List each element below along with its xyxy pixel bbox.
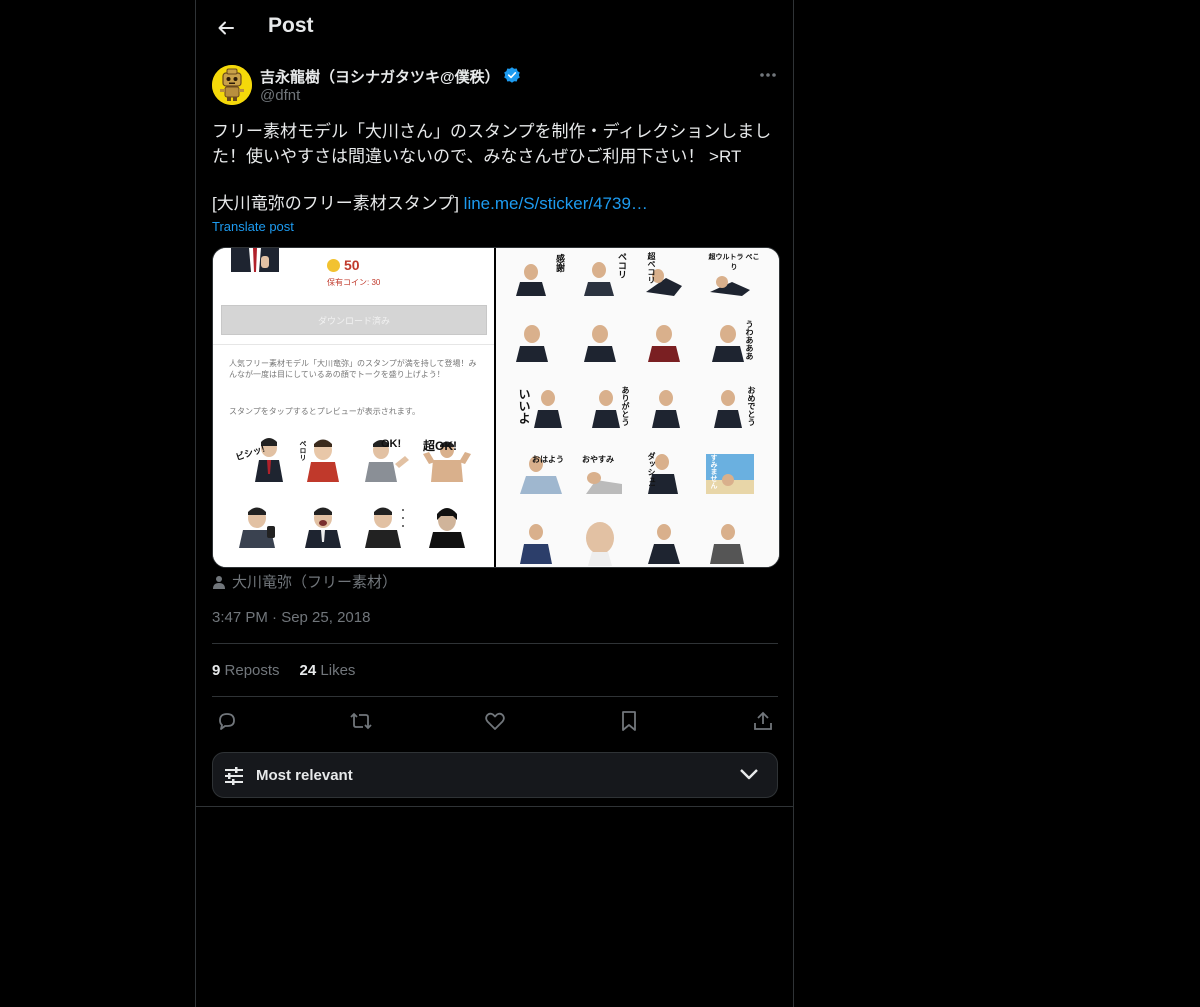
person-icon <box>213 575 225 589</box>
main-column: Post 吉永龍樹（ヨシナガタツキ@僕秩） @dfnt フリー素材モデル「大川さ… <box>195 0 794 1007</box>
sticker-caption: いいよ <box>517 388 531 424</box>
sticker-caption: ありがとう <box>621 386 630 426</box>
avatar[interactable] <box>212 65 252 105</box>
divider <box>212 643 778 644</box>
sticker-caption: 超ペコリ <box>647 252 656 284</box>
sticker-caption: うわあああ <box>745 320 754 360</box>
more-icon <box>760 73 776 77</box>
coins-owned: 保有コイン: 30 <box>327 278 381 287</box>
back-button[interactable] <box>208 10 244 46</box>
post-text: フリー素材モデル「大川さん」のスタンプを制作・ディレクションしまし た！使いやす… <box>212 119 777 216</box>
sticker-caption: おやすみ <box>582 455 614 464</box>
page-title: Post <box>268 14 314 37</box>
repost-button[interactable] <box>346 709 376 733</box>
share-button[interactable] <box>748 709 778 733</box>
sticker-grid <box>516 262 754 566</box>
post-link-line: [大川竜弥のフリー素材スタンプ] line.me/S/sticker/4739… <box>212 191 777 216</box>
divider <box>213 344 494 345</box>
translate-post-link[interactable]: Translate post <box>212 219 294 234</box>
more-options-button[interactable] <box>756 64 780 86</box>
chevron-down-icon <box>740 769 758 780</box>
bookmark-button[interactable] <box>614 709 644 733</box>
like-button[interactable] <box>480 709 510 733</box>
sticker-caption: おはよう <box>532 455 564 464</box>
media-image-store-page[interactable]: 50 保有コイン: 30 ダウンロード済み 人気フリー素材モデル「大川竜弥」のス… <box>213 248 494 567</box>
repost-icon <box>350 712 372 730</box>
sticker-figure <box>239 507 275 548</box>
tap-hint: スタンプをタップするとプレビューが表示されます。 <box>229 407 420 416</box>
verified-badge-icon <box>504 67 520 83</box>
robot-avatar-icon <box>212 65 252 105</box>
reposts-label: Reposts <box>224 662 280 679</box>
sticker-figure <box>305 507 341 548</box>
person-sticker-header <box>225 248 285 272</box>
sticker-caption: OK! <box>381 438 402 450</box>
top-bar: Post <box>196 0 793 56</box>
post-text-line-2: た！使いやすさは間違いないので、みなさんぜひご利用下さい！ >RT <box>212 147 742 166</box>
sticker-description: 人気フリー素材モデル「大川竜弥」のスタンプが満を持して登場！みんなが一度は目にし… <box>229 359 477 379</box>
reply-sort-selector[interactable]: Most relevant <box>212 752 778 798</box>
divider <box>212 696 778 697</box>
author-display-name[interactable]: 吉永龍樹（ヨシナガタツキ@僕秩） <box>260 66 500 87</box>
likes-stat[interactable]: 24 Likes <box>300 662 356 679</box>
sticker-caption: ペコリ <box>617 252 627 279</box>
bookmark-icon <box>622 711 636 731</box>
post-link-prefix: [大川竜弥のフリー素材スタンプ] <box>212 194 464 213</box>
sticker-caption: ダッシュ! <box>647 452 656 487</box>
sticker-caption: 超OK! <box>423 439 457 453</box>
back-arrow-icon <box>218 21 234 35</box>
post-stats: 9 Reposts 24 Likes <box>212 662 355 679</box>
sort-label: Most relevant <box>256 767 353 784</box>
sticker-caption: 感謝 <box>555 254 565 272</box>
sticker-caption: 超ウルトラ ペこり <box>708 254 760 271</box>
media-image-sticker-grid[interactable]: 感謝 ペコリ 超ペコリ 超ウルトラ ペこり うわあああ いいよ ありがとう おめ… <box>496 248 779 567</box>
divider <box>196 806 793 807</box>
photo-credit[interactable]: 大川竜弥（フリー素材） <box>212 571 397 592</box>
sticker-caption: ペロリ <box>299 440 306 461</box>
download-button: ダウンロード済み <box>221 305 487 335</box>
reposts-count: 9 <box>212 662 221 679</box>
reposts-stat[interactable]: 9 Reposts <box>212 662 280 679</box>
photo-credit-name[interactable]: 大川竜弥（フリー素材） <box>232 571 397 592</box>
sticker-price: 50 <box>344 257 360 273</box>
reply-button[interactable] <box>212 709 242 733</box>
sticker-caption: すみません <box>710 454 717 489</box>
post-text-line-1: フリー素材モデル「大川さん」のスタンプを制作・ディレクションしまし <box>212 122 772 141</box>
sticker-figure <box>365 507 404 548</box>
post-actions <box>212 709 778 733</box>
coin-icon <box>327 259 340 272</box>
post-link[interactable]: line.me/S/sticker/4739… <box>464 194 648 213</box>
reply-icon <box>219 713 235 730</box>
share-icon <box>754 711 772 730</box>
post-timestamp[interactable]: 3:47 PM · Sep 25, 2018 <box>212 609 370 626</box>
like-icon <box>485 712 505 730</box>
post-media[interactable]: 50 保有コイン: 30 ダウンロード済み 人気フリー素材モデル「大川竜弥」のス… <box>212 247 780 568</box>
sticker-caption: おめでとう <box>747 386 756 426</box>
likes-count: 24 <box>299 662 317 679</box>
sticker-figure <box>429 508 465 548</box>
likes-label: Likes <box>320 662 356 679</box>
sliders-icon <box>225 767 243 785</box>
author-handle[interactable]: @dfnt <box>260 87 300 104</box>
